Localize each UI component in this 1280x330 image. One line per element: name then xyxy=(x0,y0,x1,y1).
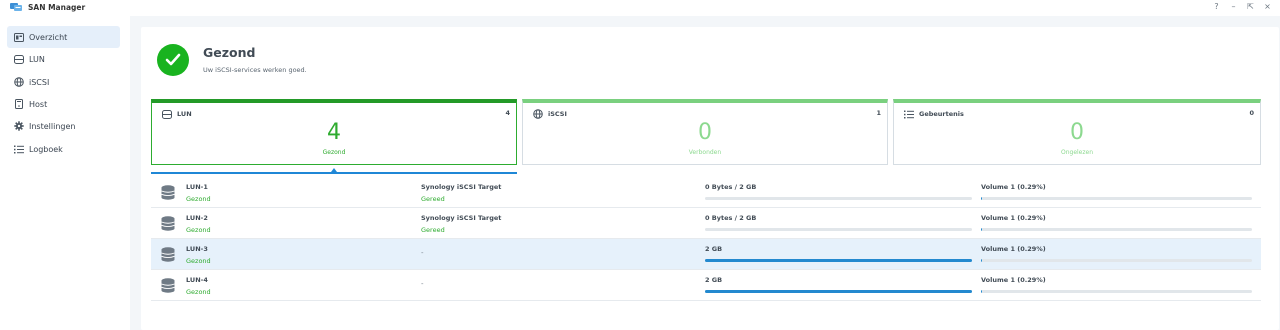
card-title: iSCSI xyxy=(548,110,567,118)
main-content: Gezond Uw iSCSI-services werken goed. LU… xyxy=(130,16,1280,330)
lun-size: 0 Bytes / 2 GB xyxy=(705,183,757,191)
lun-name: LUN-3 xyxy=(186,245,208,253)
lun-size: 0 Bytes / 2 GB xyxy=(705,214,757,222)
lun-status: Gezond xyxy=(186,226,211,234)
sidebar-item-lun[interactable]: LUN xyxy=(7,48,120,70)
disk-icon xyxy=(161,247,175,262)
lun-volume: Volume 1 (0.29%) xyxy=(981,276,1046,284)
card-value: 4 xyxy=(327,120,341,145)
card-value: 0 xyxy=(1070,120,1084,145)
table-row[interactable]: LUN-2 Gezond Synology iSCSI Target Geree… xyxy=(151,208,1261,239)
iscsi-icon xyxy=(533,109,543,119)
lun-target: - xyxy=(421,249,424,257)
bar-fill xyxy=(705,290,972,293)
disk-icon xyxy=(161,278,175,293)
sidebar-item-label: Host xyxy=(29,99,48,109)
lun-summary-card[interactable]: LUN 4 4 Gezond xyxy=(151,99,517,165)
event-summary-card[interactable]: Gebeurtenis 0 0 Ongelezen xyxy=(893,99,1261,165)
sidebar-item-label: iSCSI xyxy=(29,77,50,87)
bar-fill xyxy=(981,197,982,200)
sidebar-item-label: Instellingen xyxy=(29,121,76,131)
card-value: 0 xyxy=(698,120,712,145)
close-icon[interactable]: × xyxy=(1263,2,1272,11)
lun-size-bar xyxy=(705,228,972,231)
card-status: Ongelezen xyxy=(1060,149,1094,156)
lun-icon xyxy=(14,54,24,64)
health-status-icon xyxy=(157,44,189,76)
lun-size: 2 GB xyxy=(705,276,723,284)
lun-name: LUN-2 xyxy=(186,214,208,222)
card-count: 4 xyxy=(505,109,510,117)
bar-fill xyxy=(705,259,972,262)
lun-name: LUN-1 xyxy=(186,183,208,191)
gear-icon xyxy=(14,121,24,131)
card-count: 1 xyxy=(876,109,881,117)
disk-icon xyxy=(161,185,175,200)
health-subtitle: Uw iSCSI-services werken goed. xyxy=(203,66,307,74)
bar-fill xyxy=(981,290,982,293)
sidebar-item-overzicht[interactable]: Overzicht xyxy=(7,26,120,48)
san-manager-app-icon xyxy=(10,3,22,11)
lun-volume: Volume 1 (0.29%) xyxy=(981,245,1046,253)
sidebar-item-label: Logboek xyxy=(29,144,63,154)
card-status: Verbonden xyxy=(688,149,722,156)
table-row[interactable]: LUN-1 Gezond Synology iSCSI Target Geree… xyxy=(151,177,1261,208)
sidebar: Overzicht LUN iSCSI Host Instellingen Lo… xyxy=(0,16,130,330)
lun-status: Gezond xyxy=(186,195,211,203)
table-row[interactable]: LUN-3 Gezond - 2 GB Volume 1 (0.29%) xyxy=(151,239,1261,270)
lun-icon xyxy=(162,109,172,119)
lun-size-bar xyxy=(705,197,972,200)
sidebar-item-logboek[interactable]: Logboek xyxy=(7,138,120,160)
card-count: 0 xyxy=(1249,109,1254,117)
lun-size-bar xyxy=(705,259,972,262)
lun-size: 2 GB xyxy=(705,245,723,253)
help-icon[interactable]: ? xyxy=(1212,2,1221,11)
restore-icon[interactable]: ⇱ xyxy=(1246,2,1255,11)
minimize-icon[interactable]: – xyxy=(1229,2,1238,11)
iscsi-icon xyxy=(14,77,24,87)
card-status: Gezond xyxy=(322,149,346,156)
bar-fill xyxy=(981,228,982,231)
lun-target: - xyxy=(421,280,424,288)
lun-volume: Volume 1 (0.29%) xyxy=(981,214,1046,222)
list-icon xyxy=(904,109,914,119)
sidebar-item-instellingen[interactable]: Instellingen xyxy=(7,115,120,137)
lun-status: Gezond xyxy=(186,288,211,296)
title-bar: SAN Manager ? – ⇱ × xyxy=(0,0,1280,16)
app-title: SAN Manager xyxy=(28,3,86,12)
log-icon xyxy=(14,144,24,154)
lun-size-bar xyxy=(705,290,972,293)
sidebar-item-iscsi[interactable]: iSCSI xyxy=(7,71,120,93)
lun-name: LUN-4 xyxy=(186,276,208,284)
volume-usage-bar xyxy=(981,228,1252,231)
sidebar-item-label: Overzicht xyxy=(29,32,68,42)
volume-usage-bar xyxy=(981,259,1252,262)
disk-icon xyxy=(161,216,175,231)
overview-panel: Gezond Uw iSCSI-services werken goed. LU… xyxy=(141,27,1279,330)
health-title: Gezond xyxy=(203,45,256,60)
sidebar-item-label: LUN xyxy=(29,54,45,64)
card-title: LUN xyxy=(177,110,192,118)
lun-volume: Volume 1 (0.29%) xyxy=(981,183,1046,191)
lun-target-status: Gereed xyxy=(421,226,445,234)
volume-usage-bar xyxy=(981,197,1252,200)
overview-icon xyxy=(14,32,24,42)
lun-status: Gezond xyxy=(186,257,211,265)
window-controls: ? – ⇱ × xyxy=(1212,2,1272,11)
bar-fill xyxy=(981,259,982,262)
active-tab-underline xyxy=(151,172,517,174)
iscsi-summary-card[interactable]: iSCSI 1 0 Verbonden xyxy=(522,99,888,165)
card-title: Gebeurtenis xyxy=(919,110,964,118)
table-row[interactable]: LUN-4 Gezond - 2 GB Volume 1 (0.29%) xyxy=(151,270,1261,301)
sidebar-item-host[interactable]: Host xyxy=(7,93,120,115)
host-icon xyxy=(14,99,24,109)
lun-target-status: Gereed xyxy=(421,195,445,203)
lun-target: Synology iSCSI Target xyxy=(421,183,502,191)
lun-target: Synology iSCSI Target xyxy=(421,214,502,222)
volume-usage-bar xyxy=(981,290,1252,293)
